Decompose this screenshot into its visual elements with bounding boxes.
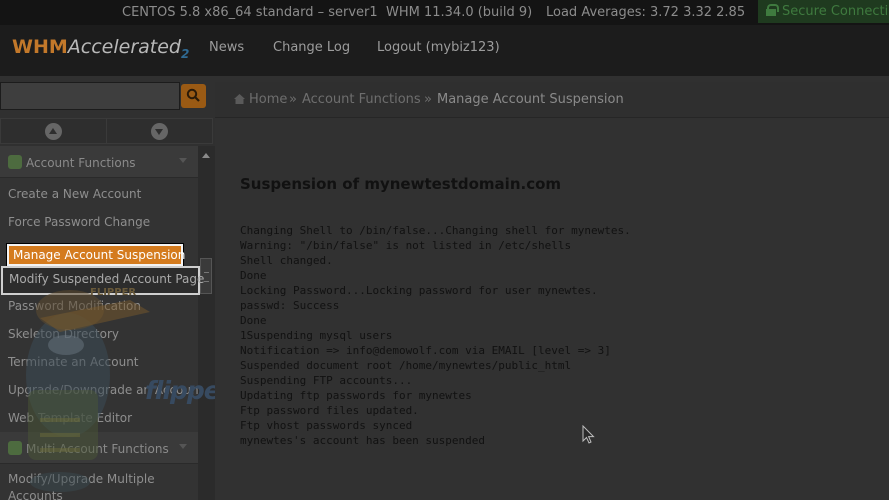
nav-change-log[interactable]: Change Log: [273, 40, 350, 55]
log-line: 1Suspending mysql users: [240, 329, 393, 342]
chevron-down-icon: [178, 156, 188, 166]
sidebar-menu: Account Functions Create a New Account F…: [0, 146, 198, 500]
log-line: Warning: "/bin/false" is not listed in /…: [240, 239, 572, 252]
whm-logo[interactable]: WHMAccelerated2: [12, 36, 189, 61]
lock-icon: [766, 4, 779, 16]
log-line: Suspended document root /home/mynewtes/p…: [240, 359, 572, 372]
breadcrumb-home[interactable]: Home: [249, 92, 287, 107]
chevron-down-icon: [178, 442, 188, 452]
log-line: Done: [240, 269, 267, 282]
log-line: Locking Password...Locking password for …: [240, 284, 598, 297]
breadcrumb-current: Manage Account Suspension: [437, 92, 624, 107]
load-averages: Load Averages: 3.72 3.32 2.85: [546, 5, 746, 20]
server-os: CENTOS 5.8 x86_64 standard – server1: [122, 5, 378, 20]
section-label: Account Functions: [26, 156, 136, 170]
expand-all-button[interactable]: [106, 118, 213, 144]
sidebar-item-password-modification[interactable]: Password Modification: [8, 299, 141, 313]
arrow-down-icon: [151, 123, 168, 140]
header: WHMAccelerated2 News Change Log Logout (…: [0, 25, 889, 76]
page-title: Suspension of mynewtestdomain.com: [240, 175, 562, 193]
sidebar-item-terminate-account[interactable]: Terminate an Account: [8, 355, 139, 369]
log-line: Ftp vhost passwords synced: [240, 419, 413, 432]
log-line: Changing Shell to /bin/false...Changing …: [240, 224, 631, 237]
sidebar-item-web-template-editor[interactable]: Web Template Editor: [8, 411, 132, 425]
arrow-up-icon: [45, 123, 62, 140]
nav-news[interactable]: News: [209, 40, 244, 55]
scroll-up-icon: [202, 153, 210, 158]
sidebar-item-modify-upgrade-multiple-cont[interactable]: Accounts: [8, 489, 63, 500]
secure-connection-badge: Secure Connecti: [758, 0, 889, 23]
logo-number: 2: [180, 46, 190, 61]
logo-accelerated: Accelerated: [67, 36, 181, 58]
whm-version: WHM 11.34.0 (build 9): [386, 5, 533, 20]
section-multi-account-functions[interactable]: Multi Account Functions: [0, 432, 198, 464]
sidebar-item-force-password-change[interactable]: Force Password Change: [8, 215, 150, 229]
section-label: Multi Account Functions: [26, 442, 169, 456]
sidebar-search-input[interactable]: [0, 82, 180, 110]
server-status-bar: CENTOS 5.8 x86_64 standard – server1 WHM…: [0, 0, 889, 25]
account-functions-icon: [8, 155, 22, 169]
log-line: Notification => info@demowolf.com via EM…: [240, 344, 611, 357]
log-line: passwd: Success: [240, 299, 340, 312]
mouse-cursor-icon: [582, 425, 595, 444]
logo-whm: WHM: [12, 36, 68, 58]
breadcrumb-separator: »: [289, 92, 297, 107]
home-icon: [234, 94, 245, 104]
breadcrumb-account-functions[interactable]: Account Functions: [302, 92, 421, 107]
search-button[interactable]: [181, 84, 206, 108]
sidebar-item-modify-suspended-page[interactable]: Modify Suspended Account Page: [1, 266, 204, 295]
log-line: Updating ftp passwords for mynewtes: [240, 389, 472, 402]
log-line: Shell changed.: [240, 254, 333, 267]
sidebar-item-manage-account-suspension[interactable]: Manage Account Suspension: [7, 244, 185, 266]
sidebar-item-skeleton-directory[interactable]: Skeleton Directory: [8, 327, 119, 341]
multi-account-icon: [8, 441, 22, 455]
breadcrumb-separator: »: [424, 92, 432, 107]
nav-logout[interactable]: Logout (mybiz123): [377, 40, 500, 55]
log-line: Suspending FTP accounts...: [240, 374, 413, 387]
log-line: Ftp password files updated.: [240, 404, 419, 417]
secure-connection-label: Secure Connecti: [782, 4, 889, 19]
collapse-all-button[interactable]: [0, 118, 107, 144]
sidebar-item-modify-upgrade-multiple[interactable]: Modify/Upgrade Multiple: [8, 472, 155, 486]
log-line: mynewtes's account has been suspended: [240, 434, 486, 447]
sidebar-item-upgrade-downgrade[interactable]: Upgrade/Downgrade an Account: [8, 383, 198, 397]
search-icon: [186, 88, 200, 102]
suspension-log: Changing Shell to /bin/false...Changing …: [240, 223, 631, 448]
sidebar-item-create-account[interactable]: Create a New Account: [8, 187, 141, 201]
section-account-functions[interactable]: Account Functions: [0, 146, 198, 178]
sidebar-scrollbar[interactable]: [198, 146, 215, 500]
log-line: Done: [240, 314, 267, 327]
